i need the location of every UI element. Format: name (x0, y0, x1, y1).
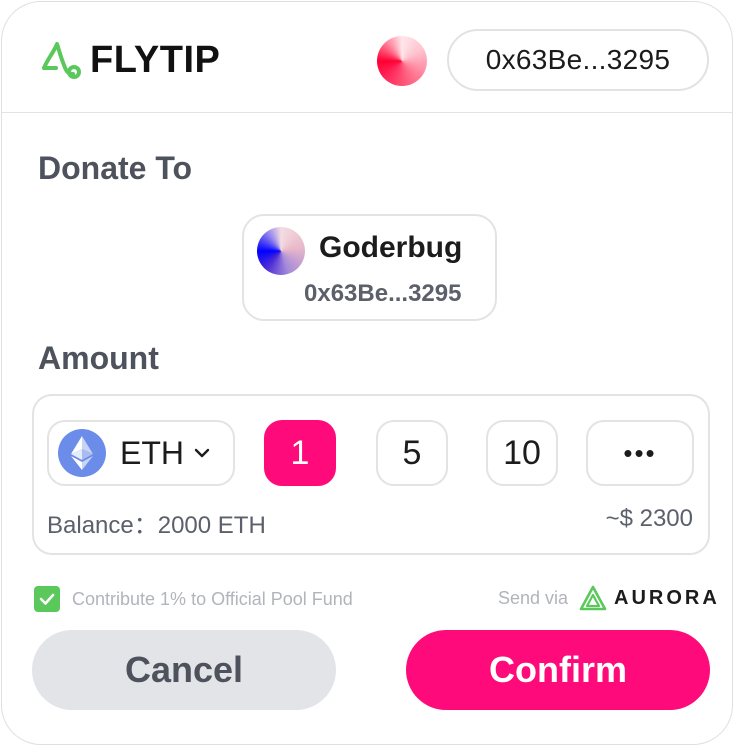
amount-box: ETH 1 5 10 ••• Balance：2000 ETH ~$ 2300 (32, 394, 710, 555)
cancel-button[interactable]: Cancel (32, 630, 336, 710)
more-amounts-button[interactable]: ••• (586, 420, 694, 486)
usd-value: ~$ 2300 (605, 505, 693, 532)
check-icon (39, 593, 55, 605)
network-name: AURORA (614, 587, 720, 609)
chevron-down-icon (194, 448, 210, 458)
token-label: ETH (120, 434, 184, 471)
amount-preset-5[interactable]: 5 (376, 420, 448, 486)
aurora-logo-icon (579, 585, 607, 611)
donate-dialog: FLYTIP 0x63Be...3295 Donate To Goderbug … (1, 1, 733, 745)
contribute-toggle[interactable]: Contribute 1% to Official Pool Fund (34, 586, 353, 612)
header: FLYTIP 0x63Be...3295 (2, 2, 732, 113)
send-via-label: Send via (498, 588, 569, 608)
brand-logo: FLYTIP (40, 38, 220, 82)
brand-name: FLYTIP (90, 38, 221, 81)
contribute-checkbox[interactable] (34, 586, 60, 612)
recipient-avatar (257, 227, 305, 275)
ethereum-icon (58, 429, 106, 477)
balance-text: Balance：2000 ETH (47, 512, 266, 539)
flytip-logo-icon (42, 42, 81, 79)
donate-to-title: Donate To (38, 150, 193, 186)
recipient-address: 0x63Be...3295 (304, 280, 462, 307)
amount-title: Amount (38, 340, 159, 376)
confirm-button[interactable]: Confirm (406, 630, 710, 710)
wallet-avatar[interactable] (377, 36, 427, 86)
recipient-name: Goderbug (319, 231, 463, 264)
amount-preset-10[interactable]: 10 (486, 420, 558, 486)
token-select[interactable]: ETH (47, 420, 235, 486)
contribute-label: Contribute 1% to Official Pool Fund (72, 588, 353, 609)
recipient-card: Goderbug 0x63Be...3295 (242, 214, 497, 321)
amount-preset-1[interactable]: 1 (264, 420, 336, 486)
wallet-address-button[interactable]: 0x63Be...3295 (447, 29, 709, 91)
